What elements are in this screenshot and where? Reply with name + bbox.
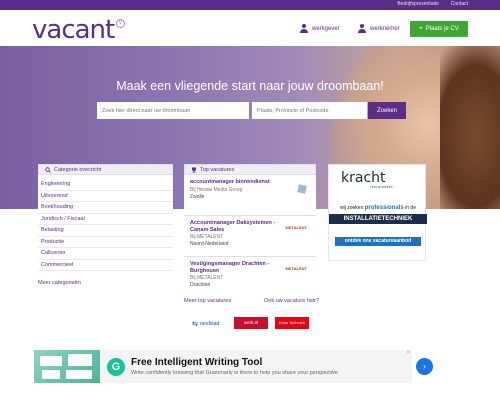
metalent-logo: METALENT xyxy=(285,225,307,230)
category-panel-header: Categorie overzicht xyxy=(38,164,173,175)
grammarly-ad[interactable]: G Free Intelligent Writing Tool Write co… xyxy=(34,350,433,383)
category-item[interactable]: Belasting xyxy=(38,225,173,237)
plus-icon: + xyxy=(419,26,423,32)
employee-label: werknemer xyxy=(370,25,400,32)
location-search-input[interactable] xyxy=(252,102,367,119)
werk-nl-logo[interactable]: werk.nl xyxy=(234,317,268,329)
grammarly-icon: G xyxy=(107,358,125,376)
top-links: Bedrijfspresentatie Contact xyxy=(397,1,468,7)
post-cv-label: Plaats je CV xyxy=(425,26,459,32)
vacancy-company: Bij METALENT xyxy=(190,275,224,281)
employer-label: werkgever xyxy=(312,25,340,32)
kruis-logo[interactable]: Kruis Techniek xyxy=(275,317,309,329)
randstad-icon: ⇆ xyxy=(192,321,198,328)
hero-title: Maak een vliegende start naar jouw droom… xyxy=(116,79,384,93)
search-icon xyxy=(45,166,51,173)
vacancy-card[interactable]: accountmanager binnendienst Bij Hessie M… xyxy=(184,175,316,216)
user-icon xyxy=(358,24,366,33)
category-item[interactable]: Boekhouding xyxy=(38,202,173,214)
vacancy-location: Drachten xyxy=(190,282,211,288)
category-item[interactable]: Productie xyxy=(38,237,173,248)
user-icon xyxy=(300,24,308,33)
site-logo[interactable]: vacant xyxy=(32,15,115,45)
top-vacancies-header: Top vacatures xyxy=(184,164,316,175)
vacancy-title[interactable]: accountmanager binnendienst xyxy=(190,179,278,186)
logo-mark: V xyxy=(116,19,125,28)
kracht-ad-banner[interactable]: kracht recruitment wij zoeken profession… xyxy=(328,164,427,261)
vacancy-company: Bij Hessie Media Groep xyxy=(190,186,243,193)
contact-link[interactable]: Contact xyxy=(451,1,468,7)
category-list: Engineering Uitvoerend Boekhouding Jurid… xyxy=(38,179,173,271)
category-item[interactable]: Engineering xyxy=(38,179,173,191)
company-logo xyxy=(297,184,307,194)
category-item[interactable]: Callcenter xyxy=(38,248,173,260)
category-heading: Categorie overzicht xyxy=(54,166,102,173)
vacancy-card[interactable]: Accountmanager Daksystemen - Canam Sales… xyxy=(184,216,316,257)
close-icon[interactable]: × xyxy=(406,350,410,356)
b2b-link[interactable]: Bedrijfspresentatie xyxy=(397,1,438,7)
chevron-right-icon[interactable]: › xyxy=(416,358,433,375)
top-vacancies-heading: Top vacatures xyxy=(200,166,235,173)
ad-cta-button[interactable]: ontdek ons vacatureaanbod xyxy=(335,237,421,246)
job-search-input[interactable] xyxy=(97,102,249,119)
metalent-logo: METALENT xyxy=(285,266,307,271)
ad-tagline: wij zoeken professionals in de xyxy=(340,205,416,211)
trophy-icon xyxy=(192,167,196,173)
kracht-logo-sub: recruitment xyxy=(370,185,394,189)
top-bar: Bedrijfspresentatie Contact xyxy=(0,0,500,10)
vacancy-title[interactable]: Accountmanager Daksystemen - Canam Sales xyxy=(190,220,278,233)
category-item[interactable]: Uitvoerend xyxy=(38,191,173,202)
more-categories-link[interactable]: Meer categorieën xyxy=(38,280,81,286)
top-vacancies-panel: Top vacatures accountmanager binnendiens… xyxy=(184,164,316,292)
category-item[interactable]: Juridisch / Fiscaal xyxy=(38,214,173,225)
vacancy-card[interactable]: Vestigingsmanager Drachten - Burghouwt B… xyxy=(184,257,316,298)
vacancy-title[interactable]: Vestigingsmanager Drachten - Burghouwt xyxy=(190,261,278,274)
category-panel: Categorie overzicht Engineering Uitvoere… xyxy=(38,164,173,276)
vacancy-company: Bij METALENT xyxy=(190,234,224,240)
ad-thumbnail xyxy=(34,350,100,383)
more-vacancies-link[interactable]: Meer top vacatures xyxy=(184,298,231,304)
kracht-logo: kracht xyxy=(341,170,386,186)
ad-band: INSTALLATIETECHNIEK xyxy=(329,214,427,224)
employee-link[interactable]: werknemer xyxy=(358,24,400,33)
search-button[interactable]: Zoeken xyxy=(368,102,406,119)
randstad-logo[interactable]: ⇆ randstad xyxy=(192,320,219,328)
vacancy-location: Zwolle xyxy=(190,193,205,200)
hero-photo-hair xyxy=(440,46,500,209)
vacancy-location: Noord-Nederland xyxy=(190,241,229,247)
post-cv-button[interactable]: + Plaats je CV xyxy=(410,21,468,37)
category-item[interactable]: Commercieel xyxy=(38,260,173,271)
post-vacancy-link[interactable]: Ook uw vacature hier? xyxy=(264,298,319,304)
employer-link[interactable]: werkgever xyxy=(300,24,340,33)
ad-title[interactable]: Free Intelligent Writing Tool xyxy=(131,357,262,368)
ad-text: Write confidently knowing that Grammarly… xyxy=(131,370,338,376)
